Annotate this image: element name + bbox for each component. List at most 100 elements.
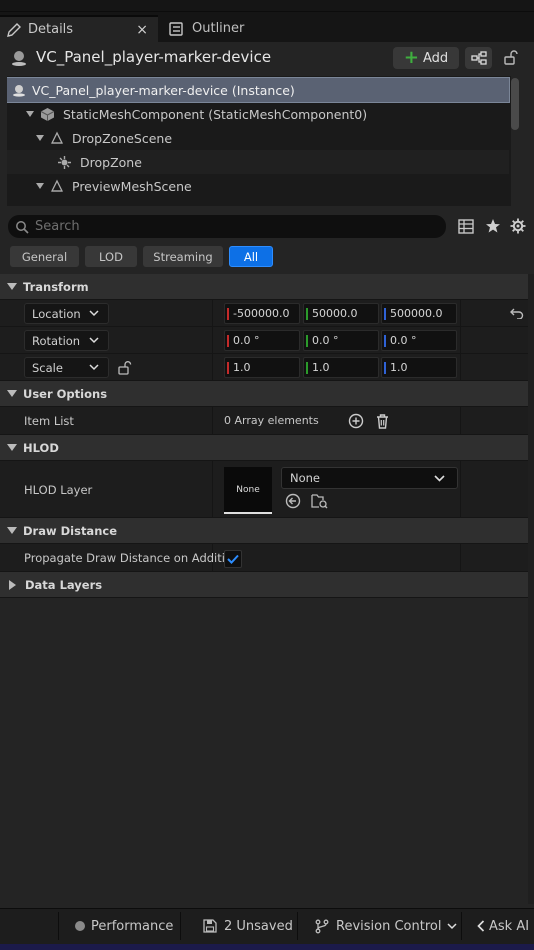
tab-bar: Details × Outliner xyxy=(0,12,534,42)
filter-general[interactable]: General xyxy=(10,246,79,267)
section-data-layers[interactable]: Data Layers xyxy=(0,572,534,598)
tab-outliner[interactable]: Outliner xyxy=(164,15,284,42)
scale-z-value: 1.0 xyxy=(390,361,408,374)
scale-dropdown[interactable]: Scale xyxy=(24,357,109,378)
unsaved-button[interactable]: 2 Unsaved xyxy=(203,908,293,944)
location-y-value: 50000.0 xyxy=(312,307,358,320)
close-icon[interactable]: × xyxy=(136,22,148,38)
page-title: VC_Panel_player-marker-device xyxy=(36,48,272,66)
scale-z-field[interactable]: 1.0 xyxy=(381,357,457,378)
ask-ai-button[interactable]: Ask AI xyxy=(477,908,529,944)
section-transform[interactable]: Transform xyxy=(0,274,534,300)
tree-item-dropzonescene[interactable]: DropZoneScene xyxy=(7,126,509,150)
tree-item-instance[interactable]: VC_Panel_player-marker-device (Instance) xyxy=(7,77,510,103)
tree-scrollbar[interactable] xyxy=(511,78,519,130)
hierarchy-icon xyxy=(470,51,487,65)
chevron-down-icon[interactable] xyxy=(36,183,44,189)
branch-icon xyxy=(315,919,329,934)
gear-icon[interactable] xyxy=(510,218,526,234)
add-button-label: Add xyxy=(422,50,449,66)
chevron-down-icon xyxy=(7,390,17,397)
section-hlod[interactable]: HLOD xyxy=(0,435,534,461)
location-x-value: -500000.0 xyxy=(233,307,290,320)
performance-label: Performance xyxy=(91,918,174,934)
scale-label: Scale xyxy=(32,360,63,375)
static-mesh-icon xyxy=(40,107,55,122)
outliner-icon xyxy=(168,21,184,37)
tree-item-staticmesh[interactable]: StaticMeshComponent (StaticMeshComponent… xyxy=(7,102,509,126)
rotation-z-value: 0.0 ° xyxy=(390,334,417,347)
add-button[interactable]: + Add xyxy=(393,47,459,69)
rotation-x-field[interactable]: 0.0 ° xyxy=(224,330,300,351)
component-tree: VC_Panel_player-marker-device (Instance)… xyxy=(7,76,511,206)
section-title: Data Layers xyxy=(25,577,103,592)
scale-x-field[interactable]: 1.0 xyxy=(224,357,300,378)
location-label: Location xyxy=(32,306,81,321)
filter-all[interactable]: All xyxy=(229,246,273,267)
chevron-down-icon[interactable] xyxy=(36,135,44,141)
unlock-icon[interactable] xyxy=(117,360,132,375)
location-z-field[interactable]: 500000.0 xyxy=(381,303,457,324)
tree-item-label: DropZoneScene xyxy=(72,130,173,146)
checkmark-icon xyxy=(227,554,239,564)
tree-item-dropzone[interactable]: DropZone xyxy=(7,150,509,174)
tree-item-label: DropZone xyxy=(80,154,142,170)
add-element-icon[interactable] xyxy=(348,413,364,429)
browse-icon[interactable] xyxy=(311,493,328,509)
section-draw-distance[interactable]: Draw Distance xyxy=(0,518,534,544)
location-dropdown[interactable]: Location xyxy=(24,303,109,324)
taskbar-strip xyxy=(0,944,534,950)
details-scrollbar-track[interactable] xyxy=(528,274,534,904)
draw-distance-checkbox[interactable] xyxy=(224,550,242,568)
hlod-layer-label: HLOD Layer xyxy=(24,483,93,497)
scale-y-value: 1.0 xyxy=(312,361,330,374)
star-icon[interactable] xyxy=(485,218,501,234)
actor-icon xyxy=(12,83,26,97)
section-user-options[interactable]: User Options xyxy=(0,381,534,407)
section-title: User Options xyxy=(23,386,108,401)
tab-details[interactable]: Details × xyxy=(0,15,158,42)
blueprint-button[interactable] xyxy=(465,47,492,69)
revision-control-button[interactable]: Revision Control xyxy=(315,908,457,944)
reset-icon[interactable] xyxy=(510,307,524,319)
chevron-down-icon xyxy=(7,283,17,290)
trash-icon[interactable] xyxy=(375,413,390,429)
use-selected-icon[interactable] xyxy=(285,493,301,509)
chevron-down-icon xyxy=(89,335,99,345)
lock-icon[interactable] xyxy=(502,49,518,65)
rotation-y-field[interactable]: 0.0 ° xyxy=(303,330,379,351)
dropzone-icon xyxy=(57,155,72,170)
search-box[interactable] xyxy=(8,215,446,238)
scale-x-value: 1.0 xyxy=(233,361,251,374)
filter-lod[interactable]: LOD xyxy=(85,246,137,267)
tree-item-label: PreviewMeshScene xyxy=(72,178,192,194)
save-icon xyxy=(203,919,217,933)
hlod-thumbnail[interactable]: None xyxy=(224,467,272,514)
tab-outliner-label: Outliner xyxy=(192,21,245,36)
location-x-field[interactable]: -500000.0 xyxy=(224,303,300,324)
search-input[interactable] xyxy=(35,219,415,234)
plus-icon: + xyxy=(403,47,419,68)
chevron-down-icon xyxy=(7,444,17,451)
scale-y-field[interactable]: 1.0 xyxy=(303,357,379,378)
chevron-down-icon xyxy=(89,308,99,318)
scene-icon xyxy=(50,131,64,145)
item-list-label: Item List xyxy=(24,414,74,428)
rotation-z-field[interactable]: 0.0 ° xyxy=(381,330,457,351)
chevron-down-icon xyxy=(447,921,457,931)
rotation-label: Rotation xyxy=(32,333,81,348)
performance-button[interactable]: Performance xyxy=(74,908,173,944)
chevron-left-icon xyxy=(477,920,485,932)
table-view-icon[interactable] xyxy=(458,219,474,234)
hlod-layer-dropdown[interactable]: None xyxy=(281,467,458,489)
rotation-dropdown[interactable]: Rotation xyxy=(24,330,109,351)
tree-item-label: StaticMeshComponent (StaticMeshComponent… xyxy=(63,106,368,122)
actor-icon xyxy=(10,49,28,67)
filter-streaming[interactable]: Streaming xyxy=(143,246,223,267)
status-dot-icon xyxy=(74,920,86,932)
location-y-field[interactable]: 50000.0 xyxy=(303,303,379,324)
chevron-down-icon xyxy=(89,362,99,372)
chevron-down-icon[interactable] xyxy=(26,111,34,117)
tree-item-previewmeshscene[interactable]: PreviewMeshScene xyxy=(7,174,509,198)
search-icon xyxy=(15,220,29,234)
